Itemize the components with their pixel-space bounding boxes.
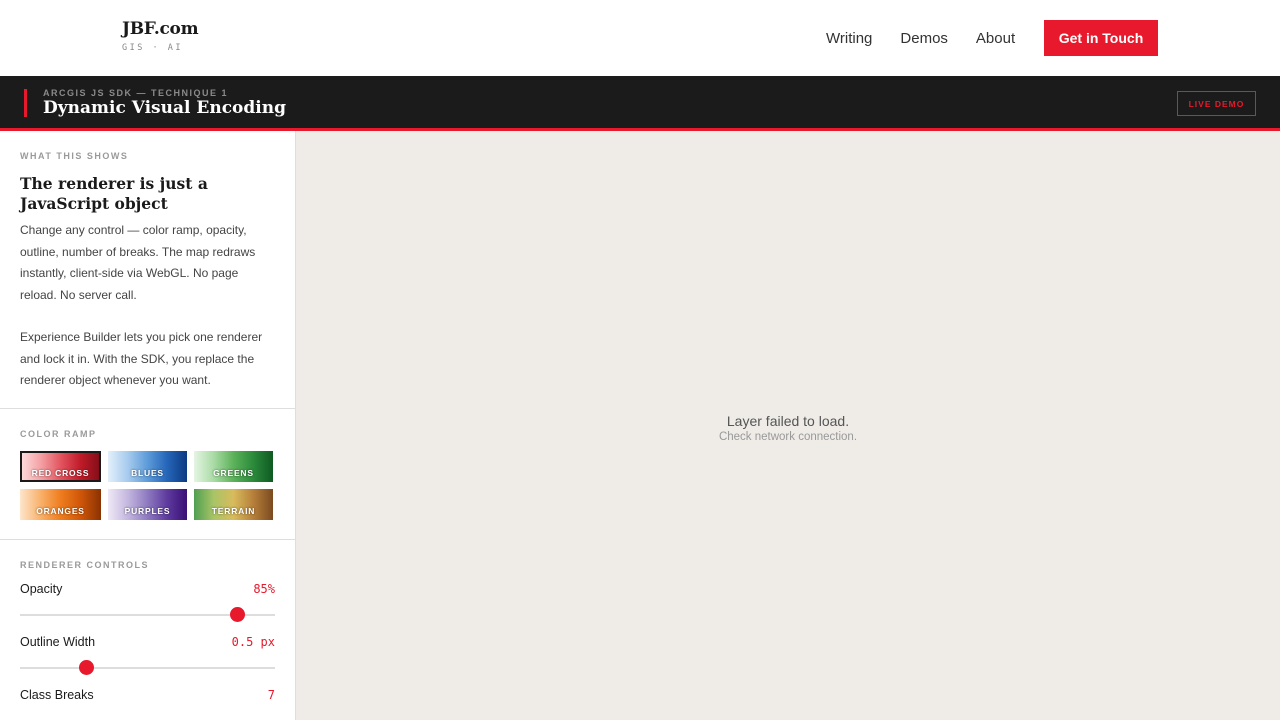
brand-name[interactable]: JBF.com	[122, 19, 199, 39]
map-error-hint: Check network connection.	[718, 431, 858, 443]
outline-width-slider-thumb[interactable]	[79, 660, 95, 675]
color-ramp-label: ORANGES	[36, 506, 85, 516]
title-kicker: ARCGIS JS SDK — TECHNIQUE 1	[43, 88, 229, 98]
color-ramp-terrain[interactable]: TERRAIN	[194, 489, 273, 520]
class-breaks-label: Class Breaks	[20, 688, 94, 702]
nav-link-about[interactable]: About	[976, 30, 1015, 47]
color-ramp-label: PURPLES	[124, 506, 171, 516]
outline-width-value: 0.5 px	[231, 635, 275, 649]
demo-title-bar: ARCGIS JS SDK — TECHNIQUE 1 Dynamic Visu…	[0, 76, 1280, 131]
renderer-controls-label: RENDERER CONTROLS	[20, 560, 150, 570]
sidebar: WHAT THIS SHOWS The renderer is just a J…	[0, 131, 296, 720]
about-paragraph-1: Change any control — color ramp, opacity…	[20, 223, 256, 302]
color-ramp-grid: RED CROSS BLUES GREENS ORANGES PURPLES TERRAI…	[20, 451, 275, 520]
color-ramp-red-cross[interactable]: RED CROSS	[20, 451, 101, 482]
renderer-controls-section: RENDERER CONTROLS Opacity 85% Outline Wi…	[0, 540, 295, 702]
color-ramp-label: GREENS	[213, 468, 254, 478]
class-breaks-value: 7	[267, 688, 275, 702]
color-ramp-blues[interactable]: BLUES	[108, 451, 187, 482]
top-nav: JBF.com GIS · AI Writing Demos About Get…	[0, 0, 1280, 76]
color-ramp-label: TERRAIN	[211, 506, 256, 516]
opacity-slider-thumb[interactable]	[229, 607, 245, 622]
color-ramp-section: COLOR RAMP RED CROSS BLUES GREENS ORANGES PU…	[0, 409, 295, 540]
title-accent-bar	[24, 89, 27, 117]
nav-links: Writing Demos About	[826, 30, 1043, 47]
color-ramp-label: RED CROSS	[31, 468, 90, 478]
outline-width-label: Outline Width	[20, 635, 96, 649]
about-label: WHAT THIS SHOWS	[20, 151, 129, 161]
about-heading: The renderer is just a JavaScript object	[20, 174, 208, 213]
map-error-message: Layer failed to load.	[726, 413, 850, 429]
nav-link-writing[interactable]: Writing	[826, 30, 872, 47]
nav-link-demos[interactable]: Demos	[900, 30, 948, 47]
class-breaks-row: Class Breaks 7	[20, 688, 275, 702]
page-title: Dynamic Visual Encoding	[43, 98, 286, 118]
opacity-slider[interactable]	[20, 605, 275, 625]
map-view[interactable]: Layer failed to load. Check network conn…	[296, 131, 1280, 720]
outline-width-slider[interactable]	[20, 658, 275, 678]
outline-width-slider-track[interactable]	[20, 667, 275, 669]
color-ramp-oranges[interactable]: ORANGES	[20, 489, 101, 520]
color-ramp-label: BLUES	[131, 468, 164, 478]
opacity-label: Opacity	[20, 582, 63, 596]
opacity-row: Opacity 85%	[20, 582, 275, 596]
about-section: WHAT THIS SHOWS The renderer is just a J…	[0, 131, 295, 409]
outline-width-row: Outline Width 0.5 px	[20, 635, 275, 649]
color-ramp-label: COLOR RAMP	[20, 429, 97, 439]
color-ramp-greens[interactable]: GREENS	[194, 451, 273, 482]
color-ramp-purples[interactable]: PURPLES	[108, 489, 187, 520]
brand-logo[interactable]: JBF.com GIS · AI	[122, 19, 199, 53]
opacity-value: 85%	[253, 582, 275, 596]
about-paragraph-2: Experience Builder lets you pick one ren…	[20, 330, 263, 387]
get-in-touch-button[interactable]: Get in Touch	[1044, 20, 1158, 56]
brand-tagline: GIS · AI	[122, 43, 183, 53]
live-demo-badge: LIVE DEMO	[1177, 91, 1256, 116]
